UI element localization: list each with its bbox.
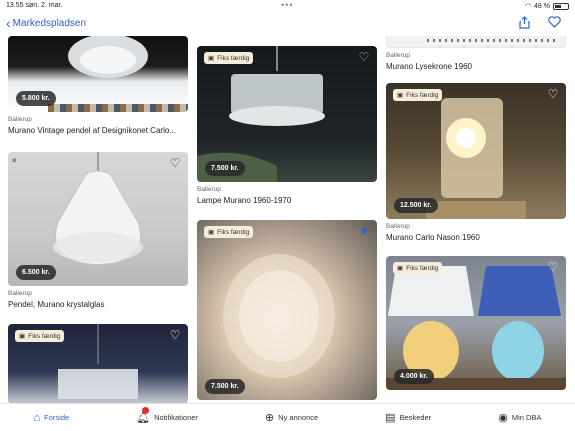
price-tag: 7.500 kr. xyxy=(205,161,245,176)
fiks-faerdig-badge: ▣ Fiks færdig xyxy=(204,226,254,238)
chat-icon: ▤ xyxy=(385,412,396,424)
listing-location: Ballerup xyxy=(386,223,410,230)
favorite-heart-icon[interactable]: ♡ xyxy=(168,328,182,342)
listing-location: Ballerup xyxy=(8,116,32,123)
price-tag: 7.500 kr. xyxy=(205,379,245,394)
listing-image[interactable]: ▣ Fiks færdig ♡ 12.500 kr. xyxy=(386,83,566,219)
tab-label: Beskeder xyxy=(399,413,432,422)
share-icon[interactable] xyxy=(519,16,530,32)
listing-card[interactable]: ▣ Fiks færdig ♡ 7.500 kr. Ballerup Lampe … xyxy=(197,46,379,205)
plus-circle-icon: ⊕ xyxy=(264,412,275,424)
back-label: Markedspladsen xyxy=(12,17,87,29)
favorite-heart-filled-icon[interactable]: ♥ xyxy=(357,224,371,238)
status-right: ◠ 48 % xyxy=(525,2,569,10)
listing-card[interactable]: ▣ Fiks færdig ♡ 12.500 kr. Ballerup Muran… xyxy=(386,83,568,242)
favorite-heart-icon[interactable]: ♡ xyxy=(357,50,371,64)
tab-min-dba[interactable]: ◉ Min DBA xyxy=(498,411,541,424)
fiks-faerdig-badge: ▣ Fiks færdig xyxy=(393,89,443,101)
listing-location: Ballerup xyxy=(197,186,221,193)
package-icon: ▣ xyxy=(19,333,26,340)
listing-image[interactable]: × ♡ 6.500 kr. xyxy=(8,152,188,286)
tab-ny-annonce[interactable]: ⊕ Ny annonce xyxy=(265,411,318,424)
price-tag: 12.500 kr. xyxy=(394,198,438,213)
listing-image[interactable]: ▣ Fiks færdig ♥ 7.500 kr. xyxy=(197,220,377,400)
package-icon: ▣ xyxy=(208,55,215,62)
price-tag: 4.000 kr. xyxy=(394,369,434,384)
package-icon: ▣ xyxy=(397,92,404,99)
listing-title[interactable]: Murano Lysekrone 1960 xyxy=(386,62,568,71)
tab-beskeder[interactable]: ▤ Beskeder xyxy=(385,411,431,424)
listing-title[interactable]: Lampe Murano 1960-1970 xyxy=(197,196,379,205)
listing-title[interactable]: Murano Vintage pendel af Designikonet Ca… xyxy=(8,126,190,135)
package-icon: ▣ xyxy=(208,229,215,236)
favorite-heart-icon[interactable]: ♡ xyxy=(546,260,560,274)
listing-title[interactable]: Pendel, Murano krystalglas xyxy=(8,300,190,309)
navigation-bar: ‹ Markedspladsen xyxy=(0,12,575,36)
wifi-icon: ◠ xyxy=(524,3,532,10)
battery-icon xyxy=(553,2,569,10)
listing-image[interactable]: ▣ Fiks færdig ♡ xyxy=(8,324,188,403)
listing-location: Ballerup xyxy=(386,52,410,59)
tab-label: Ny annonce xyxy=(278,413,319,422)
tab-forside[interactable]: ⌂ Forside xyxy=(34,412,70,424)
listing-title[interactable]: Murano Carlo Nason 1960 xyxy=(386,233,568,242)
price-tag: 5.800 kr. xyxy=(16,91,56,106)
listing-grid: 5.800 kr. Ballerup Murano Vintage pendel… xyxy=(0,36,575,403)
package-icon: ▣ xyxy=(397,265,404,272)
tab-label: Forside xyxy=(44,413,70,422)
listing-image[interactable] xyxy=(386,36,566,48)
close-icon[interactable]: × xyxy=(12,156,17,165)
listing-card[interactable]: Ballerup Murano Lysekrone 1960 xyxy=(386,36,568,71)
fiks-faerdig-badge: ▣ Fiks færdig xyxy=(393,262,443,274)
listing-image[interactable]: ▣ Fiks færdig ♡ 7.500 kr. xyxy=(197,46,377,182)
status-time: 13.55 søn. 2. mar. xyxy=(6,2,63,9)
listing-card[interactable]: × ♡ 6.500 kr. Ballerup Pendel, Murano kr… xyxy=(8,152,190,309)
multitask-dots-icon[interactable]: ••• xyxy=(281,0,293,10)
favorite-heart-icon[interactable]: ♡ xyxy=(546,87,560,101)
profile-icon: ◉ xyxy=(498,412,508,424)
favorite-heart-icon[interactable]: ♡ xyxy=(168,156,182,170)
bottom-tab-bar: ⌂ Forside 🔔︎ Notifikationer ⊕ Ny annonce… xyxy=(0,403,575,431)
listing-card[interactable]: 5.800 kr. Ballerup Murano Vintage pendel… xyxy=(8,36,190,135)
listing-card[interactable]: ▣ Fiks færdig ♡ xyxy=(8,324,188,403)
nav-actions xyxy=(519,16,561,32)
listing-image[interactable]: 5.800 kr. xyxy=(8,36,188,112)
listing-location: Ballerup xyxy=(8,290,32,297)
listing-card[interactable]: ▣ Fiks færdig ♥ 7.500 kr. xyxy=(197,220,377,400)
tab-notifikationer[interactable]: 🔔︎ Notifikationer xyxy=(136,407,198,424)
tab-label: Min DBA xyxy=(511,413,542,422)
listing-card[interactable]: ▣ Fiks færdig ♡ 4.000 kr. xyxy=(386,256,566,390)
fiks-faerdig-badge: ▣ Fiks færdig xyxy=(204,52,254,64)
listing-image[interactable]: ▣ Fiks færdig ♡ 4.000 kr. xyxy=(386,256,566,390)
back-button[interactable]: ‹ Markedspladsen xyxy=(6,16,86,30)
price-tag: 6.500 kr. xyxy=(16,265,56,280)
battery-label: 48 % xyxy=(534,2,550,10)
chevron-left-icon: ‹ xyxy=(6,15,11,31)
status-bar: 13.55 søn. 2. mar. ••• ◠ 48 % xyxy=(0,0,575,12)
home-icon: ⌂ xyxy=(33,411,41,424)
tab-label: Notifikationer xyxy=(154,413,198,422)
fiks-faerdig-badge: ▣ Fiks færdig xyxy=(15,330,65,342)
heart-outline-icon[interactable] xyxy=(548,16,561,32)
